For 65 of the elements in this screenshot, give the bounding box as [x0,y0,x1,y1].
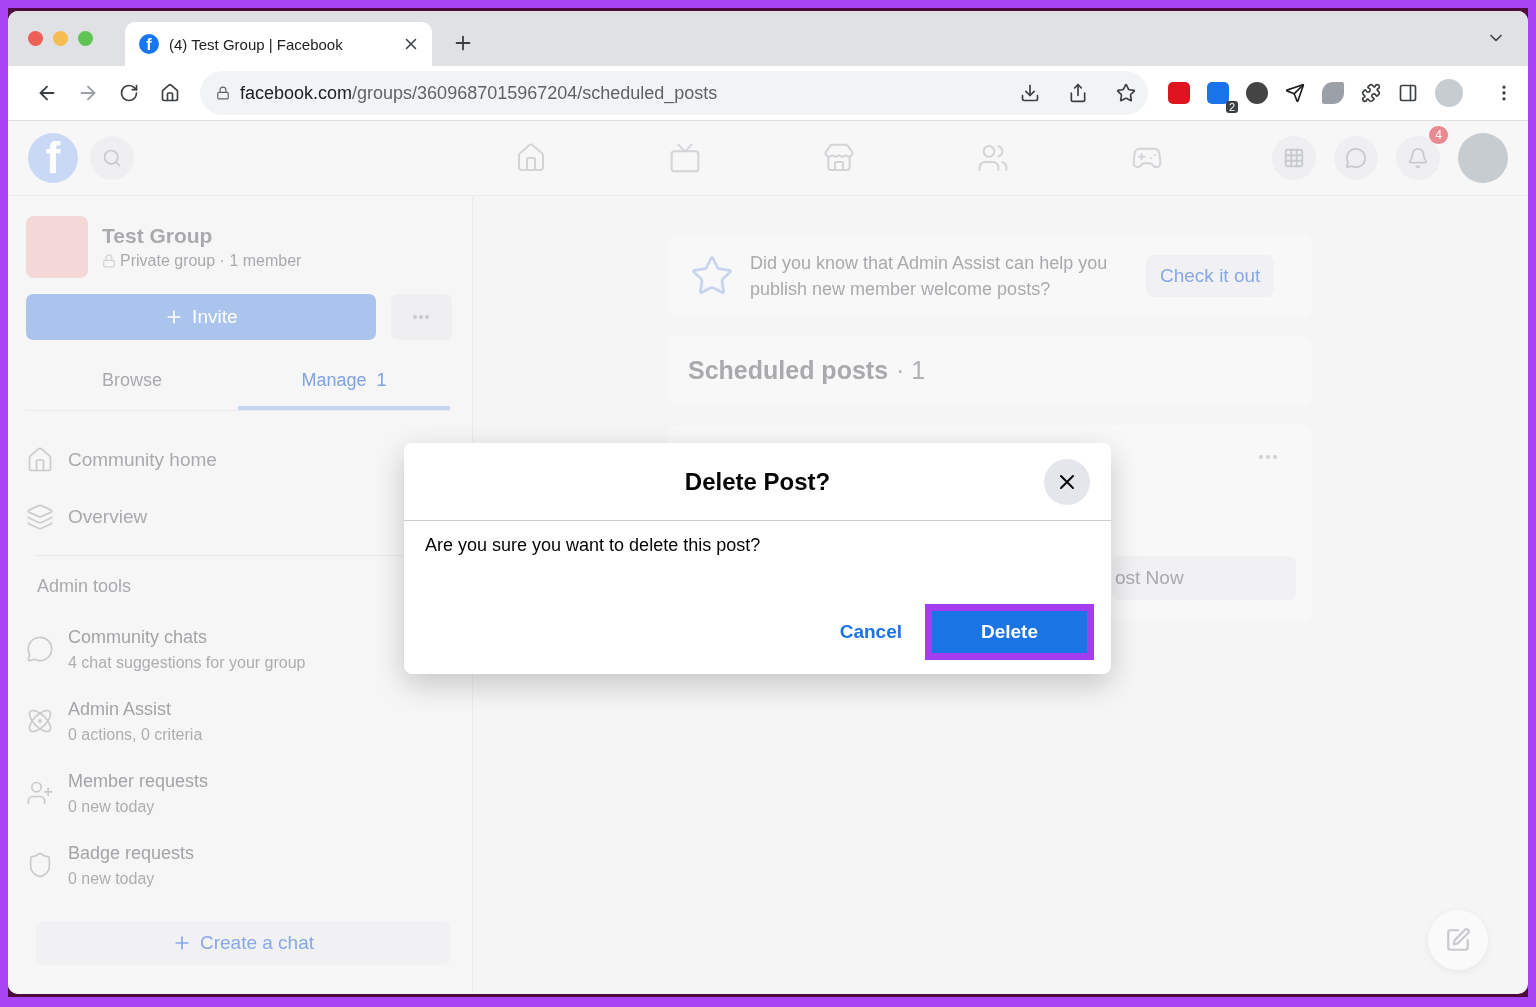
search-icon [102,148,122,168]
search-button[interactable] [90,136,134,180]
section-heading: Admin tools [37,576,133,597]
grid-menu-button[interactable] [1272,136,1316,180]
facebook-logo-icon: f [139,34,159,54]
sidebar-item[interactable]: Community home [68,448,217,471]
dialog-message: Are you sure you want to delete this post? [424,534,762,557]
reload-icon[interactable] [118,83,139,103]
tip-text: Did you know that Admin Assist can help you publish new member welcome posts? [750,252,1109,301]
group-tab[interactable]: Browse [26,354,238,410]
invite-button[interactable]: Invite [26,294,376,340]
group-cover-photo-placeholder [26,216,88,278]
address-bar[interactable]: facebook.com/groups/3609687015967204/scheduled_posts [200,71,1148,115]
messenger-button[interactable] [1334,136,1378,180]
lock-icon [216,86,230,100]
sidebar-item-subtitle: 0 new today [68,869,156,888]
scheduled-posts-count: · 1 [896,356,926,385]
dialog-title: Delete Post? [684,467,831,496]
bell-icon [1407,147,1429,169]
create-chat-button[interactable]: Create a chat [36,921,450,965]
side-panel-icon[interactable] [1398,83,1418,103]
person-icon [26,779,54,807]
browser-tab[interactable]: f (4) Test Group | Facebook [125,22,432,66]
groups-icon[interactable] [977,142,1009,174]
check-it-out-button[interactable]: Check it out [1146,255,1275,297]
sidebar-item-subtitle: 4 chat suggestions for your group [68,653,306,672]
sidebar-item-subtitle: 0 actions, 0 criteria [68,725,203,744]
scheduled-posts-title: Scheduled posts [688,356,889,385]
sidebar-item[interactable]: Admin Assist [68,698,203,720]
close-window-icon[interactable] [28,31,43,46]
group-meta: Private group · 1 member [120,252,302,270]
sidebar-item[interactable]: Member requests [68,770,209,792]
post-now-button[interactable]: ost Now [1112,556,1296,600]
sidebar-item[interactable]: Overview [68,505,148,528]
profile-avatar[interactable] [1458,133,1508,183]
sidebar-item[interactable]: Community chats [68,626,306,648]
sidebar-item-subtitle: 0 new today [68,797,156,816]
store-icon[interactable] [823,142,855,174]
home-icon[interactable] [159,83,180,103]
group-name: Test Group [102,224,214,248]
maximize-window-icon[interactable] [78,31,93,46]
grid-icon [1283,147,1305,169]
more-icon [413,315,430,319]
extensions-puzzle-icon[interactable] [1361,83,1381,103]
cancel-button[interactable]: Cancel [833,613,908,651]
chat-bubble-icon [26,635,54,663]
video-icon[interactable] [669,142,701,174]
paper-plane-extension-icon[interactable] [1285,83,1305,103]
chat-bubble-icon [1345,147,1367,169]
notification-badge: 4 [1429,126,1448,144]
layers-icon [26,502,54,531]
sidebar-item[interactable]: Badge requests [68,842,195,864]
home-icon [26,445,54,474]
compose-icon [1445,927,1471,953]
bookmark-star-icon[interactable] [1116,83,1136,103]
group-tab[interactable]: Manage 1 [238,354,450,410]
minimize-window-icon[interactable] [53,31,68,46]
tab-title: (4) Test Group | Facebook [169,35,344,53]
lock-icon [102,254,116,268]
extension-badge: 2 [1225,101,1238,113]
share-icon[interactable] [1068,83,1088,103]
close-button[interactable] [1044,459,1090,505]
install-icon[interactable] [1020,83,1040,103]
atom-icon [26,707,54,735]
profile-avatar[interactable] [1435,79,1463,107]
